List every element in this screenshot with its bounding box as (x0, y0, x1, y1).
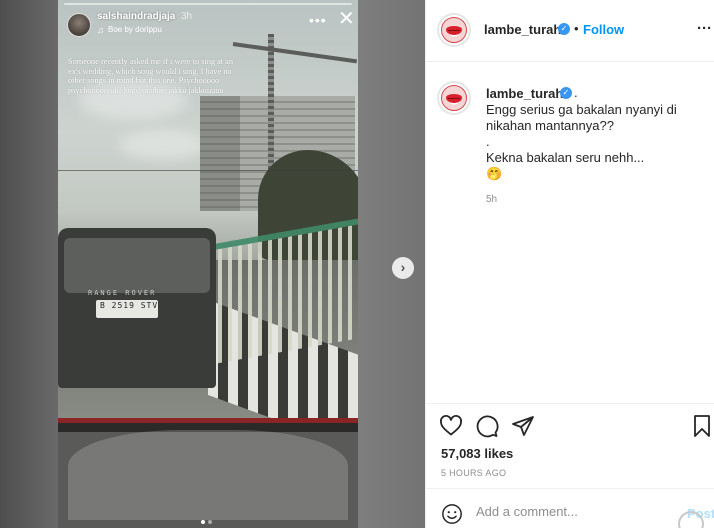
story-avatar (67, 13, 91, 37)
verified-badge-icon: ✓ (560, 87, 572, 99)
close-icon: ✕ (338, 8, 355, 30)
story-time: 3h (181, 11, 193, 22)
heart-icon[interactable] (439, 414, 463, 438)
cloud (118, 130, 208, 160)
emoji-icon[interactable] (441, 503, 463, 525)
media-blur-left (0, 0, 58, 528)
crane-jib (232, 42, 358, 64)
music-note-icon: ♫ (97, 25, 104, 35)
story-more-icon: ••• (309, 12, 327, 28)
car-rear-window (64, 238, 210, 293)
comment-text: Engg serius ga bakalan nyanyi di nikahan… (486, 102, 701, 182)
verified-badge-icon: ✓ (558, 23, 570, 35)
likes-count[interactable]: 57,083 likes (441, 446, 513, 461)
post-panel: lambe_turah ✓ • Follow ··· lambe_turah ✓… (425, 0, 714, 528)
story-username: salshaindradjaja (97, 11, 176, 22)
follow-button[interactable]: Follow (583, 22, 624, 37)
license-plate-text: B 2519 STV (100, 301, 159, 310)
avatar[interactable] (437, 81, 471, 115)
more-options-icon[interactable]: ··· (697, 20, 712, 37)
share-icon[interactable] (511, 414, 535, 438)
actions-divider (426, 403, 714, 404)
next-slide-button[interactable]: › (392, 257, 414, 279)
logo (441, 17, 467, 43)
story-image: RANGE ROVER B 2519 STV salshaindradjaja … (58, 0, 358, 528)
carousel-dot (208, 520, 212, 524)
story-caption: Someone recently asked me if i were to s… (68, 57, 233, 95)
comment-input[interactable] (476, 504, 666, 519)
post-timestamp[interactable]: 5 HOURS AGO (441, 468, 506, 478)
story-music-label: Boe by dorippu (108, 25, 162, 34)
comment-icon[interactable] (475, 414, 499, 438)
story-progress-bar (64, 3, 352, 5)
comment-emoji: 🤭 (486, 166, 503, 181)
bookmark-icon[interactable] (690, 414, 714, 438)
lips-logo-icon (446, 25, 462, 35)
header-username[interactable]: lambe_turah (484, 22, 561, 37)
lips-logo-icon (446, 93, 462, 103)
logo (441, 85, 467, 111)
comment-line: Kekna bakalan seru nehh... (486, 150, 645, 165)
comment-line: . (486, 134, 490, 149)
dashboard-reflection (68, 430, 348, 520)
comment-time[interactable]: 5h (486, 194, 497, 205)
post-media: RANGE ROVER B 2519 STV salshaindradjaja … (0, 0, 425, 528)
post-header: lambe_turah ✓ • Follow ··· (426, 0, 714, 62)
comment-line: Engg serius ga bakalan nyanyi di nikahan… (486, 102, 677, 133)
header-separator: • (574, 21, 579, 36)
comment-username[interactable]: lambe_turah (486, 86, 563, 101)
building-shade (200, 96, 240, 211)
carousel-dot-active (201, 520, 205, 524)
car-brand-text: RANGE ROVER (88, 289, 157, 297)
power-lines (58, 170, 358, 171)
comment-dot: . (574, 85, 578, 100)
carousel-dots (201, 520, 212, 524)
avatar[interactable] (437, 13, 471, 47)
